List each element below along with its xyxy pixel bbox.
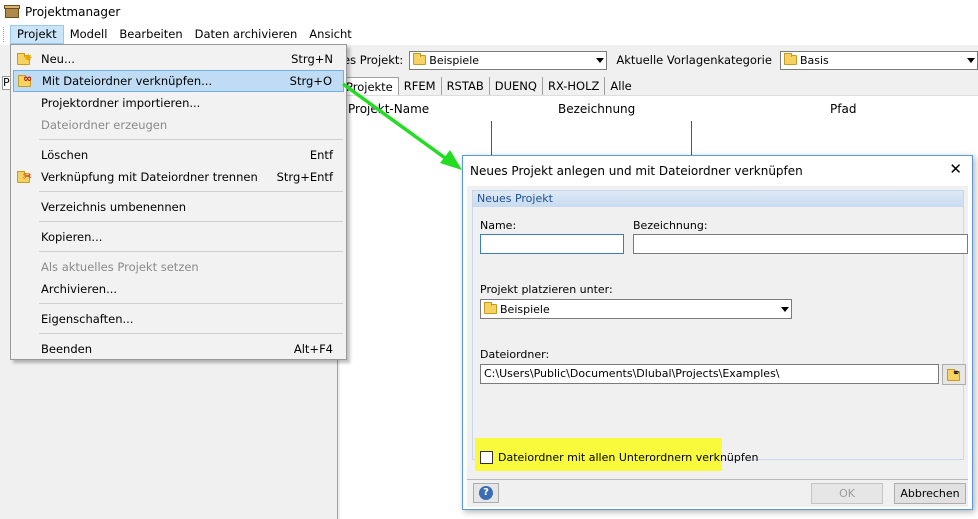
menu-item-eigenschaften[interactable]: Eigenschaften... xyxy=(11,308,346,330)
menu-item-archivieren[interactable]: Archivieren... xyxy=(11,278,346,300)
title-bar: Projektmanager xyxy=(0,0,978,24)
place-under-value: Beispiele xyxy=(500,302,550,316)
dialog-body: Neues Projekt Name: Bezeichnung: Projekt… xyxy=(467,186,968,507)
menu-separator xyxy=(39,221,343,222)
link-folder-icon: ∞ xyxy=(18,72,34,88)
current-project-combo[interactable]: Beispiele xyxy=(409,50,608,70)
folder-icon xyxy=(484,302,497,314)
menu-item-als-aktuelles-projekt[interactable]: Als aktuelles Projekt setzen xyxy=(11,256,346,278)
place-under-combo[interactable]: Beispiele xyxy=(480,299,792,319)
menu-modell[interactable]: Modell xyxy=(64,25,114,44)
project-toolbar: es Projekt: Beispiele Aktuelle Vorlagenk… xyxy=(340,48,978,72)
menu-bearbeiten[interactable]: Bearbeiten xyxy=(113,25,188,44)
new-project-dialog: Neues Projekt anlegen und mit Dateiordne… xyxy=(462,155,973,510)
menu-projekt[interactable]: Projekt xyxy=(10,24,64,44)
menu-item-beenden[interactable]: Beenden Alt+F4 xyxy=(11,338,346,360)
folder-icon xyxy=(413,53,427,65)
link-subfolders-checkbox[interactable] xyxy=(480,451,493,464)
ok-button[interactable]: OK xyxy=(811,483,883,504)
folder-icon xyxy=(783,53,797,65)
file-folder-label: Dateiordner: xyxy=(480,348,550,361)
menu-separator xyxy=(39,251,343,252)
menu-grip xyxy=(3,26,7,42)
link-subfolders-label[interactable]: Dateiordner mit allen Unterordnern verkn… xyxy=(498,451,759,464)
menu-item-neu[interactable]: ✸ Neu... Strg+N xyxy=(11,48,346,70)
menu-bar: Projekt Modell Bearbeiten Daten archivie… xyxy=(0,24,978,45)
menu-separator xyxy=(39,303,343,304)
chevron-down-icon xyxy=(967,57,975,63)
help-button[interactable]: ? xyxy=(473,483,499,503)
program-tabs: Projekte RFEM RSTAB DUENQ RX-HOLZ Alle xyxy=(340,76,978,95)
current-project-label: es Projekt: xyxy=(343,53,404,67)
menu-item-dateiordner-erzeugen[interactable]: Dateiordner erzeugen xyxy=(11,114,346,136)
menu-separator xyxy=(39,333,343,334)
browse-folder-button[interactable]: ⚭ xyxy=(942,364,966,385)
projekt-menu-dropdown: ✸ Neu... Strg+N ∞ Mit Dateiordner verknüp… xyxy=(10,44,347,360)
help-icon: ? xyxy=(479,486,493,500)
menu-ansicht[interactable]: Ansicht xyxy=(303,25,357,44)
menu-item-verzeichnis-umbenennen[interactable]: Verzeichnis umbenennen xyxy=(11,196,346,218)
chevron-down-icon xyxy=(781,307,789,312)
dialog-divider xyxy=(467,479,968,480)
menu-daten-archivieren[interactable]: Daten archivieren xyxy=(189,25,304,44)
tab-duenq[interactable]: DUENQ xyxy=(490,76,543,95)
chevron-down-icon xyxy=(596,57,605,63)
name-label: Name: xyxy=(480,219,517,232)
name-input[interactable] xyxy=(480,234,624,254)
dialog-title-bar: Neues Projekt anlegen und mit Dateiordne… xyxy=(463,156,972,185)
menu-item-verknuepfung-trennen[interactable]: ✂ Verknüpfung mit Dateiordner trennen Str… xyxy=(11,166,346,188)
cancel-button[interactable]: Abbrechen xyxy=(894,483,966,504)
template-category-value: Basis xyxy=(799,53,829,67)
description-label: Bezeichnung: xyxy=(633,219,708,232)
close-icon[interactable]: ✕ xyxy=(949,162,962,177)
column-header-bezeichnung[interactable]: Bezeichnung xyxy=(558,102,635,116)
tab-alle[interactable]: Alle xyxy=(605,77,636,95)
binoculars-icon: ⚭ xyxy=(952,368,961,379)
menu-separator xyxy=(39,191,343,192)
menu-item-loeschen[interactable]: Löschen Entf xyxy=(11,144,346,166)
new-project-group: Neues Projekt Name: Bezeichnung: Projekt… xyxy=(472,190,968,460)
template-category-label: Aktuelle Vorlagenkategorie xyxy=(616,53,772,67)
group-title: Neues Projekt xyxy=(473,191,963,207)
menu-item-projektordner-importieren[interactable]: Projektordner importieren... xyxy=(11,92,346,114)
tab-rfem[interactable]: RFEM xyxy=(399,76,442,95)
dialog-title: Neues Projekt anlegen und mit Dateiordne… xyxy=(470,163,803,178)
place-under-label: Projekt platzieren unter: xyxy=(480,283,613,296)
menu-item-mit-dateiordner-verknuepfen[interactable]: ∞ Mit Dateiordner verknüpfen... Strg+O xyxy=(13,70,344,92)
description-input[interactable] xyxy=(633,234,968,254)
menu-separator xyxy=(39,139,343,140)
column-header-name[interactable]: Projekt-Name xyxy=(348,102,429,116)
new-folder-icon: ✸ xyxy=(17,52,33,66)
file-folder-input[interactable]: C:\Users\Public\Documents\Dlubal\Project… xyxy=(480,364,939,384)
tab-projekte[interactable]: Projekte xyxy=(340,76,399,95)
template-category-combo[interactable]: Basis xyxy=(779,50,978,70)
app-box-icon xyxy=(4,5,20,19)
tab-rx-holz[interactable]: RX-HOLZ xyxy=(543,76,606,95)
tab-rstab[interactable]: RSTAB xyxy=(442,76,490,95)
unlink-folder-icon: ✂ xyxy=(17,170,33,184)
window-title: Projektmanager xyxy=(25,5,121,19)
menu-item-kopieren[interactable]: Kopieren... xyxy=(11,226,346,248)
column-header-pfad[interactable]: Pfad xyxy=(830,102,856,116)
current-project-value: Beispiele xyxy=(429,53,480,67)
